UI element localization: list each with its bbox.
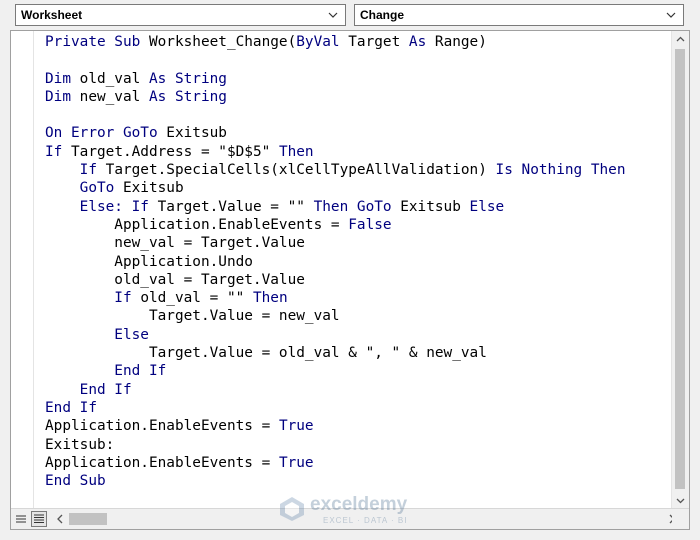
code-token: Target (348, 34, 409, 50)
code-line[interactable]: new_val = Target.Value (45, 234, 626, 252)
code-keyword: End If (45, 381, 132, 398)
code-line[interactable]: End Sub (45, 472, 626, 490)
code-line[interactable]: Dim new_val As String (45, 88, 626, 106)
object-dropdown-value: Worksheet (21, 8, 83, 22)
code-keyword: ByVal (296, 34, 349, 50)
code-token: old_val = "" (140, 290, 253, 307)
code-keyword: String (174, 88, 227, 105)
code-line[interactable]: End If (45, 381, 626, 399)
code-token: Target.Value = new_val (45, 308, 340, 325)
scrollbar-corner (672, 509, 689, 529)
code-token: Exitsub: (45, 436, 115, 453)
code-keyword: GoTo (45, 180, 123, 197)
code-keyword: Private Sub (45, 34, 149, 50)
code-keyword: End If (45, 363, 167, 380)
code-line[interactable]: If old_val = "" Then (45, 289, 626, 307)
code-token: Exitsub (400, 198, 470, 215)
code-keyword: Else (45, 326, 149, 343)
code-keyword: Is Nothing Then (495, 162, 626, 179)
watermark-tagline: EXCEL · DATA · BI (323, 516, 408, 525)
code-keyword: Then (252, 290, 288, 307)
horizontal-scroll-thumb[interactable] (69, 513, 107, 525)
code-line[interactable]: Else (45, 326, 626, 344)
scroll-down-icon[interactable] (672, 492, 689, 509)
code-line[interactable]: Else: If Target.Value = "" Then GoTo Exi… (45, 198, 626, 216)
code-keyword: Dim (45, 88, 80, 105)
margin-indicator-bar[interactable] (11, 31, 34, 509)
code-keyword: As (148, 88, 175, 105)
code-line[interactable]: Application.EnableEvents = True (45, 454, 626, 472)
exceldemy-logo-icon (278, 496, 306, 522)
code-line[interactable]: End If (45, 399, 626, 417)
code-token: Application.EnableEvents = (45, 454, 279, 471)
code-line[interactable]: Application.EnableEvents = True (45, 417, 626, 435)
code-token: Exitsub (166, 125, 227, 142)
code-keyword: If (45, 143, 71, 160)
code-keyword: As (148, 70, 175, 87)
code-keyword: True (278, 454, 314, 471)
chevron-down-icon[interactable] (665, 8, 677, 22)
code-keyword: String (174, 70, 227, 87)
code-token: Target.Value = old_val & ", " & new_val (45, 345, 487, 362)
vertical-scroll-thumb[interactable] (675, 49, 685, 489)
code-token: Worksheet_Change( (148, 34, 297, 50)
full-module-view-icon[interactable] (31, 511, 47, 527)
scroll-left-icon[interactable] (53, 511, 67, 527)
code-line[interactable]: If Target.Address = "$D$5" Then (45, 143, 626, 161)
code-line[interactable] (45, 106, 626, 124)
code-line[interactable]: Private Sub Worksheet_Change(ByVal Targe… (45, 33, 626, 51)
object-dropdown[interactable]: Worksheet (15, 4, 346, 26)
code-keyword: Dim (45, 70, 80, 87)
code-token: Exitsub (122, 180, 184, 197)
chevron-down-icon[interactable] (327, 8, 339, 22)
code-token: Target.SpecialCells(xlCellTypeAllValidat… (105, 162, 496, 179)
code-line[interactable]: Application.EnableEvents = False (45, 216, 626, 234)
code-token: old_val = Target.Value (45, 271, 305, 288)
code-token: Target.Value = "" (157, 198, 314, 215)
code-window-toolbar: Worksheet Change (0, 0, 700, 32)
code-line[interactable] (45, 51, 626, 69)
vba-code-window: Worksheet Change Private Sub Worksheet_C… (0, 0, 700, 540)
procedure-dropdown-value: Change (360, 8, 405, 22)
code-line[interactable]: On Error GoTo Exitsub (45, 124, 626, 142)
code-token: Range) (434, 34, 487, 50)
code-token: Application.EnableEvents = (45, 216, 349, 233)
code-keyword: End Sub (45, 473, 106, 490)
code-line[interactable]: Application.Undo (45, 253, 626, 271)
code-editor[interactable]: Private Sub Worksheet_Change(ByVal Targe… (10, 30, 690, 530)
code-token: new_val (79, 88, 149, 105)
code-token: Application.EnableEvents = (45, 418, 279, 435)
code-keyword: True (278, 418, 314, 435)
code-keyword: Else (469, 198, 505, 215)
code-token: old_val (79, 70, 149, 87)
code-keyword: On Error GoTo (45, 125, 167, 142)
code-keyword: As (408, 34, 435, 50)
code-token: Target.Address = "$D$5" (71, 143, 279, 160)
code-keyword: Else: If (45, 198, 158, 215)
code-token: new_val = Target.Value (45, 235, 305, 252)
watermark: exceldemy EXCEL · DATA · BI (278, 494, 438, 526)
scroll-up-icon[interactable] (672, 31, 689, 48)
code-line[interactable]: Target.Value = old_val & ", " & new_val (45, 344, 626, 362)
watermark-brand: exceldemy (310, 494, 408, 515)
code-text[interactable]: Private Sub Worksheet_Change(ByVal Targe… (45, 33, 626, 490)
code-keyword: End If (45, 399, 97, 416)
code-keyword: If (45, 162, 106, 179)
vertical-scrollbar[interactable] (671, 31, 689, 509)
code-line[interactable]: Target.Value = new_val (45, 307, 626, 325)
procedure-view-icon[interactable] (13, 511, 29, 527)
procedure-dropdown[interactable]: Change (354, 4, 684, 26)
code-line[interactable]: GoTo Exitsub (45, 179, 626, 197)
code-keyword: If (45, 290, 141, 307)
code-line[interactable]: End If (45, 362, 626, 380)
code-keyword: Then (278, 143, 314, 160)
code-line[interactable]: Exitsub: (45, 436, 626, 454)
code-keyword: False (348, 216, 392, 233)
code-line[interactable]: old_val = Target.Value (45, 271, 626, 289)
code-token: Application.Undo (45, 253, 253, 270)
code-line[interactable]: If Target.SpecialCells(xlCellTypeAllVali… (45, 161, 626, 179)
code-keyword: Then GoTo (313, 198, 401, 215)
code-line[interactable]: Dim old_val As String (45, 70, 626, 88)
